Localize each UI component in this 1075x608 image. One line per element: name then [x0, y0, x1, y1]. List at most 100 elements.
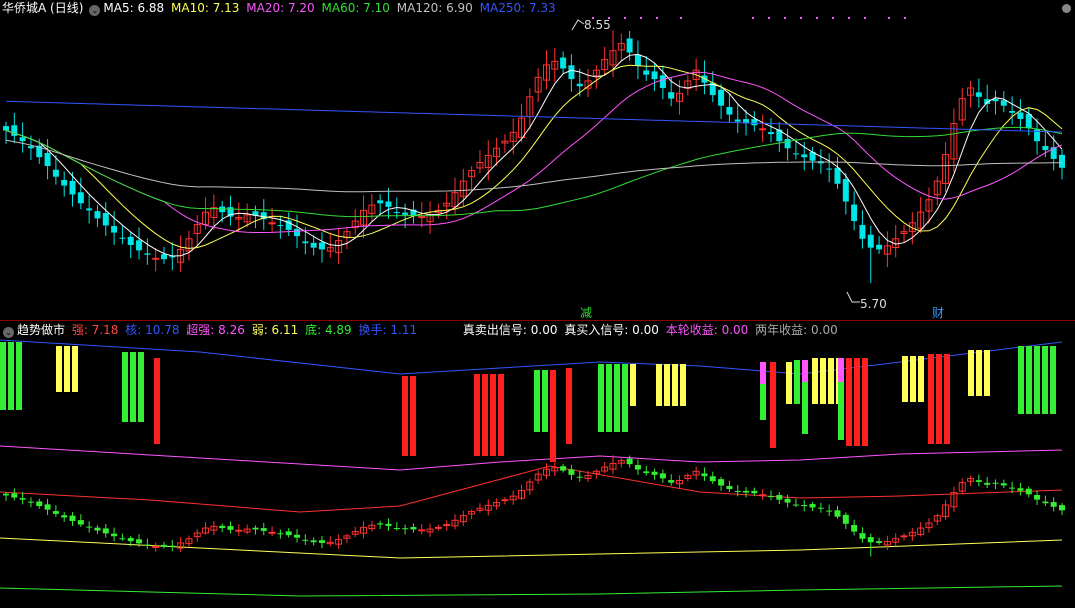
indicator-bar	[802, 382, 808, 434]
indicator-candle-body	[111, 533, 118, 537]
top-marker-dot	[624, 17, 626, 19]
candle-body	[302, 241, 309, 244]
candle-body	[136, 240, 143, 251]
signal-buy: 真买入信号: 0.00	[564, 323, 659, 337]
indicator-candle-body	[643, 471, 650, 474]
candle-body	[3, 126, 9, 131]
candle-body	[86, 208, 93, 211]
indicator-bar	[122, 352, 128, 422]
indicator-bar	[16, 342, 22, 410]
indicator-bar	[760, 362, 766, 384]
indicator-candle-body	[1034, 495, 1041, 500]
indicator-candle-body	[900, 535, 908, 538]
candle-body	[44, 152, 51, 167]
indicator-bar	[786, 362, 792, 404]
top-marker-dot	[680, 17, 682, 19]
indicator-candle-body	[227, 526, 234, 530]
indicator-bar	[838, 358, 844, 382]
candle-body	[94, 211, 101, 219]
indicator-candle-body	[310, 540, 317, 543]
window-close-icon[interactable]	[1062, 4, 1071, 13]
note-jian[interactable]: 减	[580, 304, 592, 321]
indicator-candle-body	[136, 539, 143, 544]
indicator-candle-body	[743, 490, 750, 493]
candle-body	[127, 236, 134, 245]
indicator-candle-body	[302, 539, 309, 541]
candle-body	[418, 216, 426, 219]
collapse-icon[interactable]: ⌄	[3, 327, 14, 338]
candle-body	[767, 132, 774, 135]
indicator-bar	[482, 374, 488, 456]
indicator-candle-body	[668, 480, 675, 483]
top-marker-dot	[800, 17, 802, 19]
candle-body	[759, 128, 767, 131]
indicator-candle-body	[560, 466, 567, 471]
indicator-bar	[410, 376, 416, 456]
indicator-candle-body	[992, 482, 999, 484]
candle-body	[826, 168, 833, 170]
indicator-bar	[1050, 346, 1056, 414]
candle-body	[152, 257, 160, 260]
candle-body	[102, 213, 109, 226]
indicator-candle-body	[152, 546, 160, 549]
candle-body	[626, 38, 633, 53]
candle-body	[718, 89, 725, 106]
stat-turnover: 换手: 1.11	[358, 323, 418, 337]
indicator-bar	[976, 350, 982, 396]
indicator-bar	[770, 362, 776, 448]
indicator-bar	[402, 376, 408, 456]
candle-body	[219, 206, 226, 213]
indicator-title[interactable]: 趋势做市	[17, 323, 65, 337]
stat-core: 核: 10.78	[125, 323, 180, 337]
top-marker-dot	[640, 17, 642, 19]
note-cai[interactable]: 财	[932, 304, 944, 321]
band-strong-line	[0, 465, 1063, 513]
indicator-bar	[56, 346, 62, 392]
top-marker-dot	[816, 17, 818, 19]
indicator-bar	[680, 364, 686, 406]
indicator-bar	[968, 350, 974, 396]
indicator-candle-body	[94, 527, 101, 531]
candle-body	[1042, 146, 1049, 151]
indicator-candle-body	[1059, 505, 1065, 511]
collapse-icon[interactable]: ⌄	[89, 5, 101, 16]
ma60-label: MA60: 7.10	[321, 1, 390, 15]
indicator-candle-body	[1025, 488, 1032, 495]
candle-body	[726, 107, 733, 115]
indicator-candle-body	[52, 511, 59, 514]
candle-body	[876, 244, 883, 250]
low-price-label: 5.70	[860, 297, 887, 311]
indicator-bar	[936, 354, 942, 444]
ma20-label: MA20: 7.20	[246, 1, 315, 15]
indicator-candle-body	[1017, 488, 1024, 491]
stat-bottom: 底: 4.89	[305, 323, 352, 337]
indicator-candle-body	[27, 501, 34, 503]
indicator-candle-body	[252, 527, 259, 530]
candle-body	[268, 222, 276, 225]
indicator-candle-body	[734, 491, 741, 493]
indicator-candle-body	[69, 515, 76, 521]
band-bottom-line	[0, 585, 1063, 597]
indicator-candle-body	[3, 493, 9, 496]
ma250-label: MA250: 7.33	[479, 1, 556, 15]
high-pointer	[571, 19, 585, 31]
candle-body	[651, 71, 658, 80]
indicator-candle-body	[318, 540, 325, 543]
candle-body	[1059, 154, 1065, 168]
indicator-candle-body	[11, 493, 18, 498]
stock-title[interactable]: 华侨城A (日线)	[2, 1, 83, 15]
candle-body	[560, 57, 567, 69]
indicator-candle-body	[568, 469, 575, 475]
indicator-bar	[64, 346, 70, 392]
indicator-bar	[490, 374, 496, 456]
ma60-line	[5, 126, 1063, 218]
candle-body	[160, 254, 167, 260]
chart-canvas[interactable]	[0, 0, 1075, 608]
indicator-bar	[1026, 346, 1032, 414]
indicator-candle-body	[859, 533, 866, 539]
candle-body	[1009, 111, 1016, 113]
indicator-bar	[534, 370, 540, 432]
top-marker-dot	[784, 17, 786, 19]
indicator-candle-body	[709, 476, 716, 482]
indicator-candle-body	[160, 544, 167, 547]
